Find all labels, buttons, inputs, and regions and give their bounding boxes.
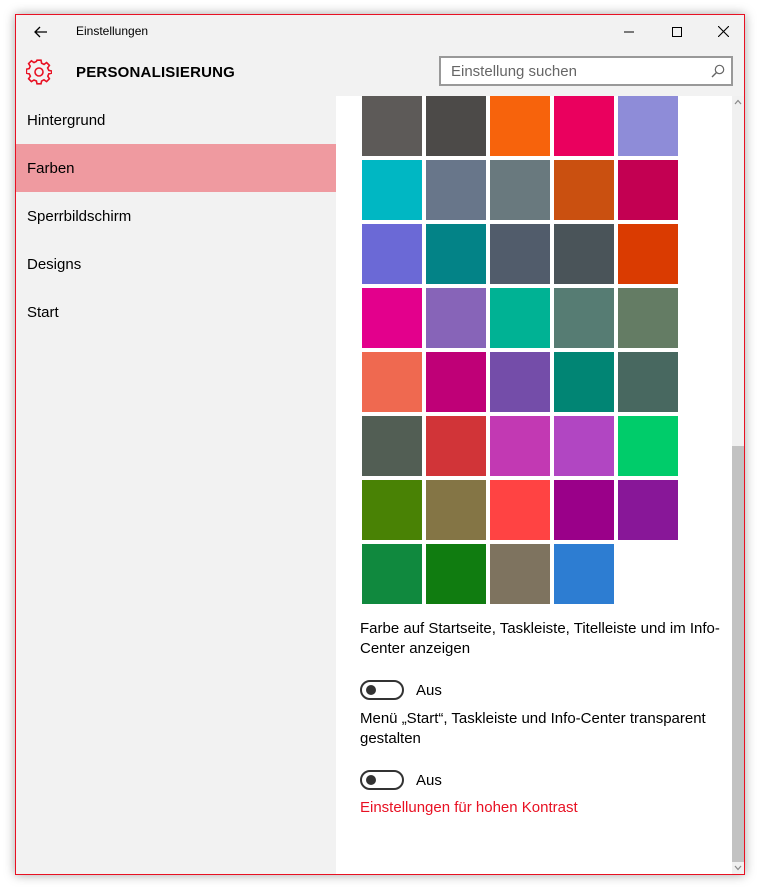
- color-swatch[interactable]: [618, 224, 678, 284]
- color-swatch[interactable]: [618, 160, 678, 220]
- color-swatch[interactable]: [554, 288, 614, 348]
- color-swatch[interactable]: [554, 160, 614, 220]
- transparent-description: Menü „Start“, Taskleiste und Info-Center…: [360, 710, 706, 747]
- color-swatch[interactable]: [426, 480, 486, 540]
- color-swatch[interactable]: [426, 224, 486, 284]
- color-swatch[interactable]: [554, 224, 614, 284]
- color-swatch[interactable]: [362, 416, 422, 476]
- color-swatch[interactable]: [490, 480, 550, 540]
- minimize-button[interactable]: [606, 15, 652, 48]
- color-swatch[interactable]: [490, 544, 550, 604]
- sidebar-item-label: Farben: [27, 159, 75, 177]
- transparent-toggle-label: Aus: [416, 771, 442, 789]
- transparent-toggle-row: Aus: [360, 770, 442, 790]
- sidebar-item-hintergrund[interactable]: Hintergrund: [16, 96, 336, 144]
- sidebar-item-farben[interactable]: Farben: [16, 144, 336, 192]
- color-swatch[interactable]: [554, 96, 614, 156]
- accent-color-grid: [362, 96, 684, 608]
- color-swatch[interactable]: [490, 352, 550, 412]
- gear-icon: [26, 59, 52, 85]
- sidebar-item-sperrbildschirm[interactable]: Sperrbildschirm: [16, 192, 336, 240]
- chevron-up-icon: [734, 99, 742, 105]
- color-swatch[interactable]: [618, 96, 678, 156]
- color-swatch[interactable]: [426, 288, 486, 348]
- window-title: Einstellungen: [76, 24, 149, 38]
- sidebar-item-label: Sperrbildschirm: [27, 207, 132, 225]
- title-bar: Einstellungen: [16, 15, 744, 48]
- minimize-icon: [624, 31, 634, 32]
- color-swatch[interactable]: [362, 480, 422, 540]
- page-title: PERSONALISIERUNG: [76, 64, 236, 81]
- color-swatch[interactable]: [490, 160, 550, 220]
- scroll-up-button[interactable]: [732, 96, 744, 108]
- color-swatch[interactable]: [362, 96, 422, 156]
- color-swatch[interactable]: [490, 288, 550, 348]
- colors-content: Farbe auf Startseite, Taskleiste, Titell…: [336, 96, 744, 874]
- color-swatch[interactable]: [362, 352, 422, 412]
- color-swatch[interactable]: [618, 480, 678, 540]
- color-swatch[interactable]: [554, 352, 614, 412]
- color-swatch[interactable]: [490, 416, 550, 476]
- toggle-knob: [366, 685, 376, 695]
- color-swatch[interactable]: [426, 416, 486, 476]
- vertical-scrollbar[interactable]: [732, 96, 744, 874]
- close-icon: [717, 26, 729, 37]
- settings-window: Einstellungen PERSONALISIERUNG Einstellu…: [15, 14, 745, 875]
- high-contrast-link[interactable]: Einstellungen für hohen Kontrast: [360, 799, 578, 816]
- search-box[interactable]: [439, 56, 733, 86]
- color-swatch[interactable]: [618, 288, 678, 348]
- sidebar-item-label: Hintergrund: [27, 111, 106, 129]
- color-swatch[interactable]: [362, 544, 422, 604]
- transparent-toggle[interactable]: [360, 770, 404, 790]
- scroll-down-button[interactable]: [732, 862, 744, 874]
- search-input[interactable]: [441, 58, 705, 84]
- back-arrow-icon: [34, 26, 47, 38]
- color-swatch[interactable]: [426, 544, 486, 604]
- search-icon: [711, 64, 725, 78]
- color-swatch[interactable]: [426, 352, 486, 412]
- show-color-description: Farbe auf Startseite, Taskleiste, Titell…: [360, 620, 720, 657]
- color-swatch[interactable]: [426, 96, 486, 156]
- color-swatch[interactable]: [554, 544, 614, 604]
- close-button[interactable]: [700, 15, 744, 48]
- maximize-icon: [672, 26, 682, 37]
- sidebar-item-label: Designs: [27, 255, 82, 273]
- scroll-thumb[interactable]: [732, 446, 744, 862]
- sidebar: Hintergrund Farben Sperrbildschirm Desig…: [16, 96, 336, 874]
- toggle-knob: [366, 775, 376, 785]
- sidebar-item-designs[interactable]: Designs: [16, 240, 336, 288]
- color-swatch[interactable]: [490, 96, 550, 156]
- color-swatch[interactable]: [554, 416, 614, 476]
- color-swatch[interactable]: [362, 160, 422, 220]
- color-swatch[interactable]: [490, 224, 550, 284]
- chevron-down-icon: [734, 865, 742, 871]
- sidebar-item-label: Start: [27, 303, 59, 321]
- color-swatch[interactable]: [618, 416, 678, 476]
- color-swatch[interactable]: [618, 352, 678, 412]
- maximize-button[interactable]: [654, 15, 700, 48]
- show-color-toggle[interactable]: [360, 680, 404, 700]
- sidebar-item-start[interactable]: Start: [16, 288, 336, 336]
- color-swatch[interactable]: [362, 224, 422, 284]
- color-swatch[interactable]: [426, 160, 486, 220]
- search-button[interactable]: [705, 58, 731, 84]
- page-header: PERSONALISIERUNG: [16, 48, 744, 96]
- color-swatch[interactable]: [554, 480, 614, 540]
- show-color-toggle-row: Aus: [360, 680, 442, 700]
- back-button[interactable]: [24, 19, 58, 45]
- show-color-toggle-label: Aus: [416, 681, 442, 699]
- color-swatch[interactable]: [362, 288, 422, 348]
